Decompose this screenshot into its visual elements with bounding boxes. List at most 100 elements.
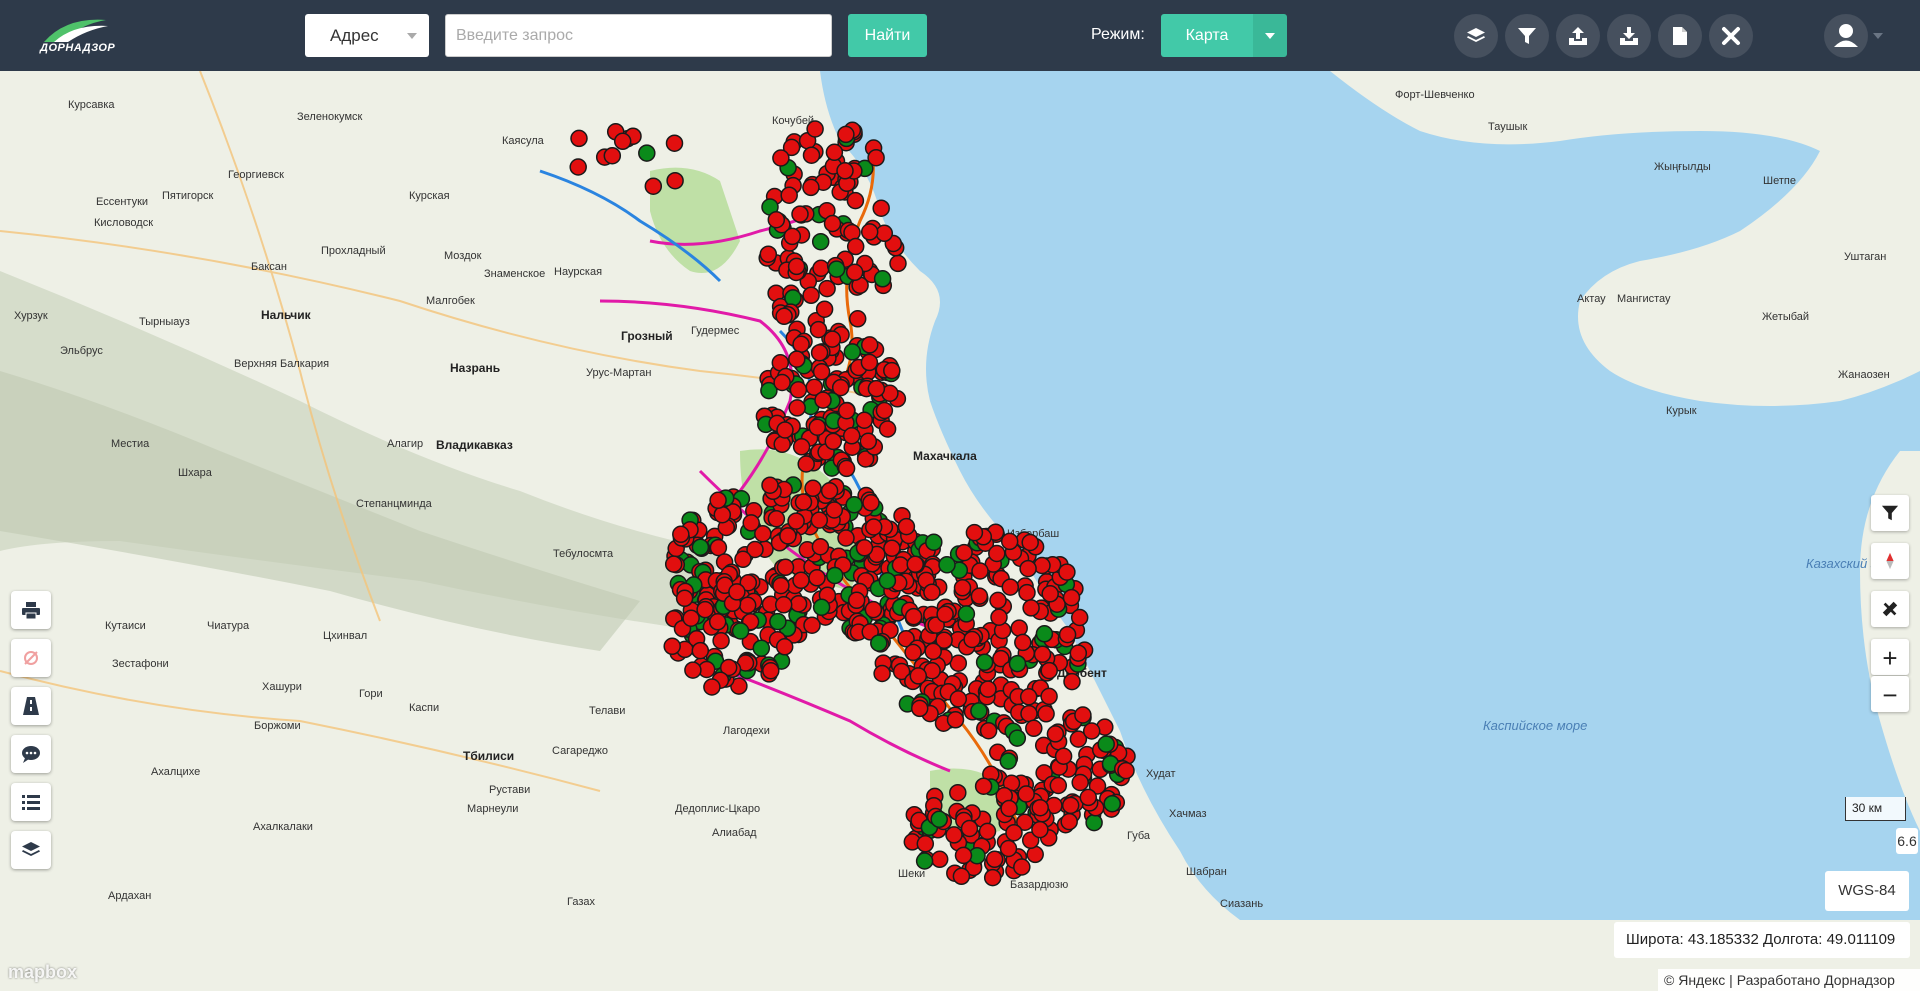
map-marker[interactable] [784, 289, 802, 307]
map-marker[interactable] [823, 330, 842, 348]
map-marker[interactable] [776, 421, 794, 439]
map-marker[interactable] [1097, 735, 1115, 753]
map-marker[interactable] [1014, 633, 1032, 652]
map-marker[interactable] [867, 379, 886, 398]
map-marker[interactable] [820, 482, 839, 500]
map-marker[interactable] [878, 420, 897, 438]
map-marker[interactable] [783, 227, 802, 246]
map-marker[interactable] [846, 237, 865, 256]
map-marker[interactable] [1010, 619, 1028, 637]
map-canvas[interactable]: Курсавка Зеленокумск Каясула Кочубей Георгие… [0, 70, 1920, 991]
map-marker[interactable] [1041, 585, 1059, 603]
map-marker[interactable] [846, 191, 865, 210]
map-marker[interactable] [663, 637, 681, 656]
map-marker[interactable] [999, 839, 1018, 858]
map-marker[interactable] [794, 493, 813, 511]
map-marker[interactable] [875, 224, 894, 243]
map-marker[interactable] [864, 600, 883, 619]
map-marker[interactable] [873, 270, 892, 288]
map-marker[interactable] [682, 609, 700, 627]
map-marker[interactable] [1063, 672, 1081, 691]
map-marker[interactable] [1031, 798, 1049, 817]
map-marker[interactable] [1020, 704, 1038, 723]
map-marker[interactable] [613, 132, 632, 151]
measure-button[interactable] [1871, 591, 1909, 627]
map-marker[interactable] [802, 146, 821, 164]
map-marker[interactable] [825, 501, 844, 519]
map-marker[interactable] [802, 286, 820, 305]
filter-button[interactable] [1505, 14, 1549, 58]
map-marker[interactable] [883, 361, 901, 380]
map-marker[interactable] [779, 527, 797, 545]
map-marker[interactable] [824, 432, 843, 451]
map-marker[interactable] [837, 401, 856, 420]
map-filter-button[interactable] [1871, 495, 1909, 531]
map-marker[interactable] [812, 363, 831, 381]
map-marker[interactable] [975, 653, 994, 671]
map-marker[interactable] [878, 571, 897, 590]
map-marker[interactable] [938, 556, 956, 574]
map-marker[interactable] [1019, 688, 1038, 706]
map-marker[interactable] [1021, 533, 1039, 552]
map-marker[interactable] [791, 205, 809, 223]
map-marker[interactable] [728, 583, 746, 601]
map-marker[interactable] [1008, 654, 1027, 673]
map-marker[interactable] [787, 257, 806, 276]
map-marker[interactable] [1082, 722, 1101, 740]
map-marker[interactable] [792, 571, 810, 590]
map-marker[interactable] [691, 641, 710, 660]
map-marker[interactable] [860, 223, 879, 241]
map-marker[interactable] [983, 868, 1002, 887]
map-marker[interactable] [842, 427, 861, 445]
map-marker[interactable] [812, 598, 831, 617]
map-marker[interactable] [761, 476, 779, 494]
map-marker[interactable] [985, 850, 1004, 869]
map-marker[interactable] [644, 177, 663, 195]
map-marker[interactable] [836, 162, 854, 180]
map-marker[interactable] [1040, 687, 1058, 706]
map-marker[interactable] [923, 583, 941, 601]
map-marker[interactable] [684, 661, 702, 679]
map-marker[interactable] [847, 591, 866, 610]
map-marker[interactable] [970, 587, 989, 605]
map-marker[interactable] [1054, 747, 1073, 765]
map-marker[interactable] [889, 254, 907, 273]
map-marker[interactable] [759, 245, 778, 263]
map-marker[interactable] [603, 146, 622, 165]
map-marker[interactable] [826, 566, 844, 585]
map-marker[interactable] [1079, 788, 1098, 807]
chevron-down-icon[interactable] [1873, 33, 1883, 39]
map-marker[interactable] [804, 479, 822, 498]
map-marker[interactable] [780, 186, 798, 204]
map-marker[interactable] [924, 642, 942, 661]
map-marker[interactable] [752, 639, 771, 657]
layers-button[interactable] [1454, 14, 1498, 58]
search-type-select[interactable]: Адрес [305, 14, 429, 57]
map-marker[interactable] [788, 399, 806, 417]
map-marker[interactable] [952, 867, 971, 886]
map-marker[interactable] [812, 259, 830, 278]
crs-selector[interactable]: WGS-84 [1825, 871, 1909, 911]
map-marker[interactable] [891, 556, 910, 574]
map-marker[interactable] [916, 835, 935, 853]
map-marker[interactable] [1022, 599, 1040, 617]
map-marker[interactable] [1085, 813, 1103, 832]
map-marker[interactable] [904, 643, 922, 662]
map-marker[interactable] [989, 591, 1007, 610]
map-marker[interactable] [1049, 776, 1068, 795]
map-marker[interactable] [1031, 820, 1049, 839]
map-marker[interactable] [837, 125, 855, 144]
map-marker[interactable] [862, 494, 880, 512]
map-marker[interactable] [1071, 773, 1089, 792]
map-marker[interactable] [767, 210, 786, 229]
map-marker[interactable] [1001, 578, 1020, 596]
search-input[interactable] [445, 14, 832, 57]
map-marker[interactable] [811, 537, 830, 556]
map-marker[interactable] [965, 523, 984, 542]
road-warning-button[interactable] [11, 687, 51, 725]
map-marker[interactable] [970, 702, 988, 720]
map-marker[interactable] [827, 260, 846, 278]
map-marker[interactable] [1046, 725, 1065, 743]
map-marker[interactable] [1008, 729, 1027, 747]
map-marker[interactable] [773, 435, 791, 454]
